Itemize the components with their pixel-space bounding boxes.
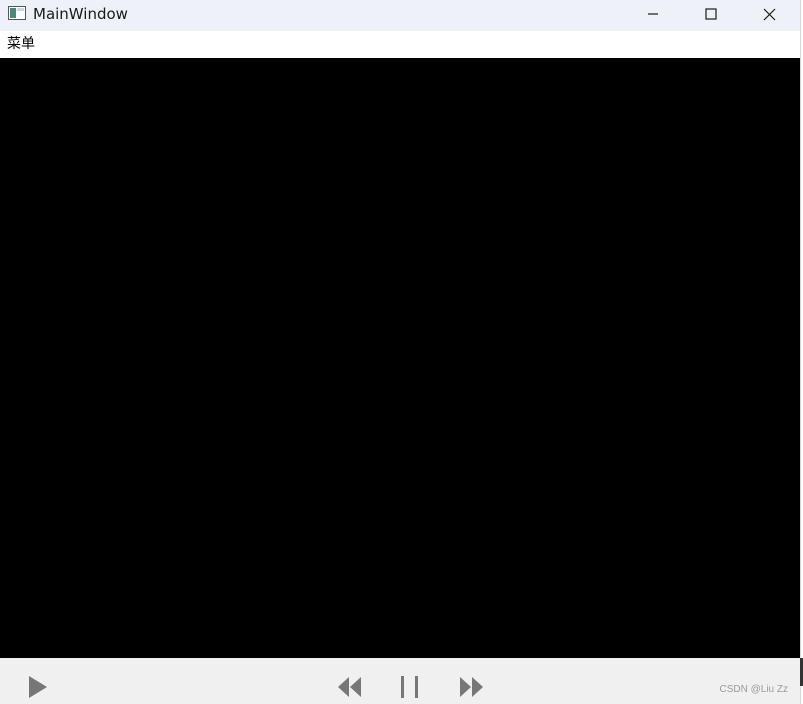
- fast-forward-icon[interactable]: [458, 673, 486, 701]
- close-icon: [763, 8, 775, 20]
- rewind-icon[interactable]: [336, 673, 364, 701]
- menu-bar: 菜单: [0, 31, 800, 58]
- edge-line: [800, 0, 801, 704]
- minimize-icon: [648, 13, 658, 15]
- window-title: MainWindow: [33, 5, 128, 23]
- title-bar[interactable]: MainWindow: [0, 0, 800, 31]
- close-button[interactable]: [740, 0, 798, 28]
- maximize-button[interactable]: [682, 0, 740, 28]
- watermark: CSDN @Liu Zz: [719, 684, 789, 695]
- pause-icon[interactable]: [398, 673, 422, 701]
- maximize-icon: [705, 8, 717, 20]
- playback-controls: CSDN @Liu Zz: [0, 658, 800, 704]
- app-icon: [8, 6, 26, 20]
- minimize-button[interactable]: [624, 0, 682, 28]
- menu-item-main[interactable]: 菜单: [7, 36, 35, 53]
- main-window: MainWindow 菜单 CSDN @Liu Zz: [0, 0, 800, 704]
- video-display[interactable]: [0, 58, 800, 658]
- play-icon[interactable]: [26, 673, 50, 701]
